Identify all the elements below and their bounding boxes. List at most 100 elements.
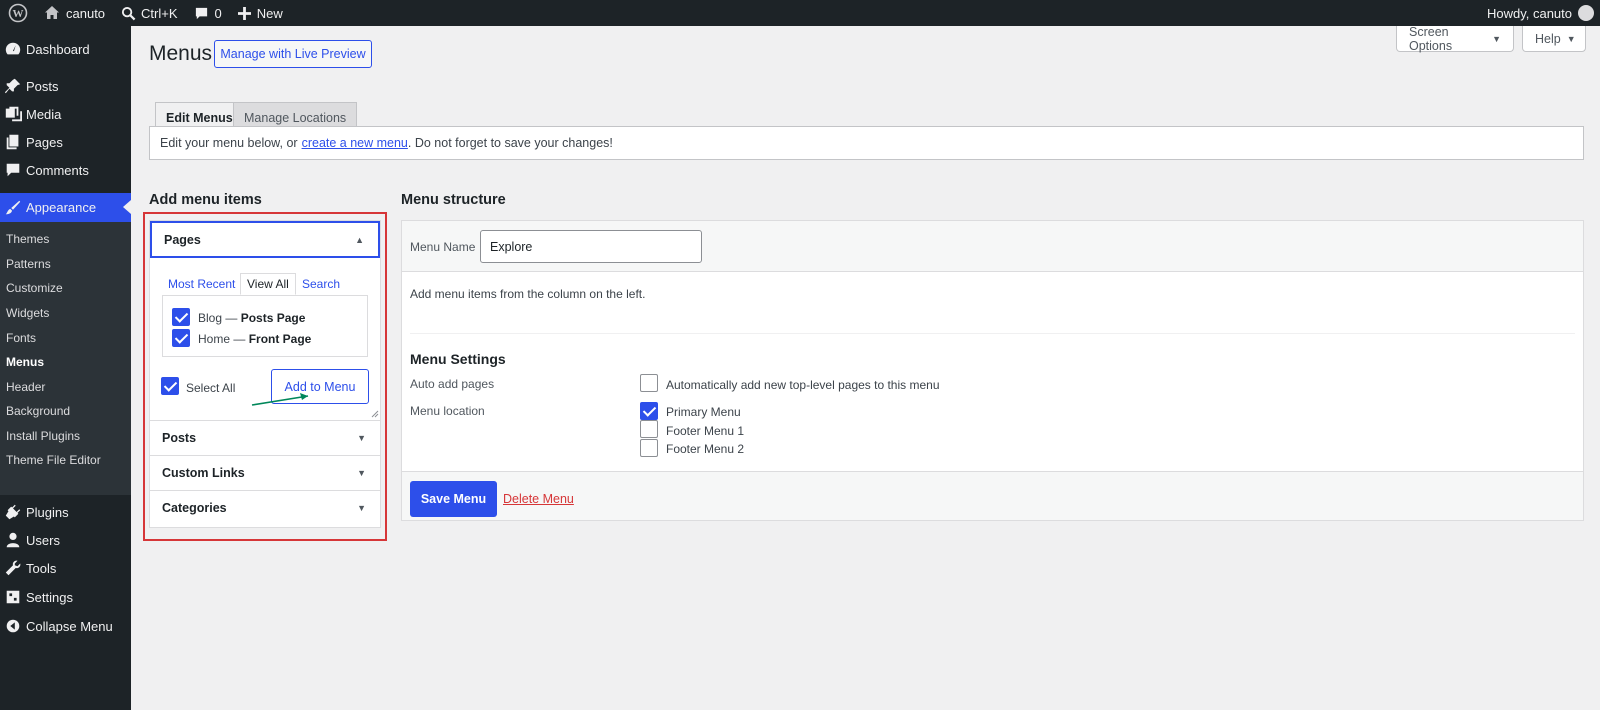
pages-icon (0, 133, 26, 151)
page-label-home: Home — Front Page (198, 332, 312, 346)
sidebar-item-label: Pages (26, 134, 63, 150)
submenu-item-header[interactable]: Header (6, 380, 45, 394)
menu-name-bar: Menu Name Explore (402, 221, 1583, 272)
caret-down-icon: ▼ (1492, 33, 1501, 44)
submenu-item-fonts[interactable]: Fonts (6, 331, 36, 345)
submenu-item-customize[interactable]: Customize (6, 281, 63, 295)
sidebar-item-collapse-menu[interactable]: Collapse Menu (0, 612, 131, 640)
sidebar-item-dashboard[interactable]: Dashboard (0, 35, 131, 63)
plug-icon (0, 503, 26, 521)
menu-structure-title: Menu structure (401, 192, 506, 208)
page-title: Menus (149, 42, 213, 65)
help-button[interactable]: Help ▼ (1522, 26, 1586, 52)
account-menu[interactable]: Howdy, canuto (1487, 5, 1600, 21)
notice-text: Edit your menu below, or (160, 136, 298, 150)
brush-icon (0, 199, 26, 217)
accordion-custom-links-header[interactable]: Custom Links ▼ (150, 455, 380, 490)
pin-icon (0, 77, 26, 95)
submenu-item-install-plugins[interactable]: Install Plugins (6, 429, 80, 443)
caret-down-icon: ▼ (357, 468, 366, 478)
main-content: Screen Options ▼ Help ▼ Menus Manage wit… (131, 25, 1600, 710)
select-all-label: Select All (186, 381, 236, 395)
sidebar-item-plugins[interactable]: Plugins (0, 498, 131, 526)
page-label-blog: Blog — Posts Page (198, 311, 306, 325)
admin-bar: W canuto Ctrl+K 0 New Howdy, canuto (0, 0, 1600, 26)
plus-icon (237, 6, 251, 20)
sidebar-item-pages[interactable]: Pages (0, 128, 131, 156)
wordpress-logo-icon[interactable]: W (0, 0, 36, 26)
sidebar-item-media[interactable]: Media (0, 100, 131, 128)
sidebar-item-settings[interactable]: Settings (0, 583, 131, 611)
accordion-categories-label: Categories (162, 501, 227, 515)
create-new-menu-link[interactable]: create a new menu (302, 136, 408, 150)
location-checkbox-footer-1[interactable] (640, 420, 658, 438)
menu-name-input[interactable]: Explore (480, 230, 702, 263)
submenu-item-patterns[interactable]: Patterns (6, 257, 51, 271)
sidebar-item-label: Users (26, 532, 60, 548)
menu-footer: Save Menu Delete Menu (402, 471, 1583, 520)
resize-handle-icon[interactable] (371, 410, 379, 418)
command-search-button[interactable]: Ctrl+K (113, 0, 185, 26)
appearance-submenu: Themes Patterns Customize Widgets Fonts … (0, 222, 131, 495)
svg-text:W: W (13, 8, 24, 20)
save-menu-button[interactable]: Save Menu (410, 481, 497, 517)
submenu-item-background[interactable]: Background (6, 404, 70, 418)
site-name: canuto (66, 5, 106, 21)
tab-search[interactable]: Search (296, 273, 346, 295)
add-menu-items-accordion: Pages ▲ Most Recent View All Search Blog… (149, 220, 381, 528)
site-name-link[interactable]: canuto (36, 0, 113, 26)
auto-add-pages-checkbox[interactable] (640, 374, 658, 392)
submenu-item-widgets[interactable]: Widgets (6, 306, 49, 320)
comment-icon (195, 7, 207, 19)
nav-tabs: Edit Menus Manage Locations (149, 78, 1584, 133)
accordion-custom-links-label: Custom Links (162, 466, 245, 480)
help-label: Help (1535, 31, 1561, 46)
sidebar-item-appearance[interactable]: Appearance (0, 193, 131, 222)
new-content-link[interactable]: New (230, 0, 291, 26)
page-checkbox-home[interactable] (172, 329, 190, 347)
user-icon (0, 531, 26, 549)
accordion-categories-header[interactable]: Categories ▼ (150, 490, 380, 525)
home-icon (45, 6, 59, 19)
sidebar-item-users[interactable]: Users (0, 526, 131, 554)
caret-down-icon: ▼ (1566, 33, 1576, 44)
sidebar-item-posts[interactable]: Posts (0, 72, 131, 100)
howdy-text: Howdy, canuto (1486, 5, 1572, 21)
submenu-item-themes[interactable]: Themes (6, 232, 49, 246)
location-checkbox-primary[interactable] (640, 402, 658, 420)
menu-structure-panel: Menu Name Explore Add menu items from th… (401, 220, 1584, 521)
admin-sidebar: Dashboard Posts Media Pages Comments App… (0, 26, 131, 710)
comments-link[interactable]: 0 (186, 0, 230, 26)
comments-count: 0 (214, 5, 222, 21)
menu-settings-title: Menu Settings (410, 351, 506, 367)
divider (410, 333, 1575, 334)
select-all-checkbox[interactable] (161, 377, 179, 395)
auto-add-pages-option: Automatically add new top-level pages to… (666, 378, 940, 392)
menu-name-label: Menu Name (410, 240, 476, 254)
tab-most-recent[interactable]: Most Recent (162, 273, 241, 295)
settings-icon (0, 588, 26, 606)
page-checkbox-blog[interactable] (172, 308, 190, 326)
accordion-posts-header[interactable]: Posts ▼ (150, 420, 380, 455)
comment-icon (0, 161, 26, 179)
sidebar-item-comments[interactable]: Comments (0, 156, 131, 184)
accordion-pages-label: Pages (164, 232, 201, 247)
submenu-item-theme-file-editor[interactable]: Theme File Editor (6, 453, 101, 467)
sidebar-item-label: Collapse Menu (26, 618, 113, 634)
submenu-item-menus[interactable]: Menus (6, 355, 44, 369)
notice-text-after: . Do not forget to save your changes! (407, 136, 613, 150)
new-label: New (256, 5, 283, 21)
location-checkbox-footer-2[interactable] (640, 439, 658, 457)
sidebar-item-label: Media (26, 106, 62, 122)
caret-down-icon: ▼ (357, 433, 366, 443)
delete-menu-link[interactable]: Delete Menu (503, 492, 574, 506)
location-label-footer-2: Footer Menu 2 (666, 442, 745, 456)
accordion-pages-header[interactable]: Pages ▲ (150, 221, 380, 258)
manage-live-preview-button[interactable]: Manage with Live Preview (214, 40, 372, 68)
sidebar-item-label: Posts (26, 78, 59, 94)
sidebar-item-label: Plugins (26, 504, 69, 520)
sidebar-item-tools[interactable]: Tools (0, 554, 131, 582)
screen-options-button[interactable]: Screen Options ▼ (1396, 25, 1514, 53)
sidebar-item-label: Comments (26, 162, 89, 178)
tab-view-all[interactable]: View All (240, 273, 296, 295)
